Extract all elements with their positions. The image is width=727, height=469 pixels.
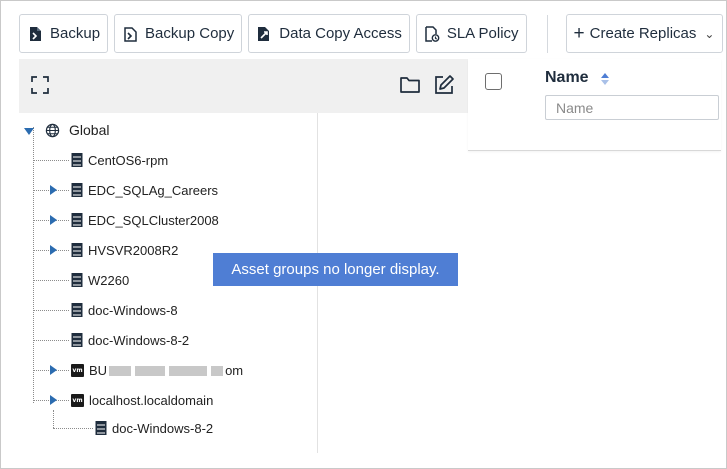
tree-node[interactable]: W2260 bbox=[71, 270, 129, 290]
tree-connector bbox=[33, 310, 69, 311]
chevron-down-icon: ⌄ bbox=[704, 26, 715, 41]
tree-node[interactable]: CentOS6-rpm bbox=[71, 150, 168, 170]
server-icon bbox=[71, 183, 83, 197]
grid-header: Name bbox=[468, 59, 721, 151]
redacted-text bbox=[135, 366, 166, 377]
tree-node-label: CentOS6-rpm bbox=[88, 152, 169, 168]
name-column-header[interactable]: Name bbox=[545, 69, 589, 87]
collapse-arrow-icon[interactable] bbox=[24, 128, 34, 135]
server-icon bbox=[71, 303, 83, 317]
vm-icon: vm bbox=[71, 363, 84, 377]
tree-node-label-prefix: BU bbox=[89, 362, 108, 378]
tree-node-label: doc-Windows-8-2 bbox=[88, 332, 190, 348]
tree-header bbox=[19, 59, 468, 113]
edit-icon[interactable] bbox=[433, 74, 455, 96]
tree-node[interactable]: vm localhost.localdomain bbox=[71, 390, 213, 410]
backup-label: Backup bbox=[50, 25, 101, 42]
server-icon bbox=[71, 153, 83, 167]
redacted-text bbox=[211, 366, 224, 377]
tree-node-label: W2260 bbox=[88, 272, 130, 288]
globe-icon bbox=[45, 123, 60, 138]
data-copy-access-icon bbox=[256, 26, 272, 42]
expand-arrow-icon[interactable] bbox=[50, 245, 57, 255]
folder-icon[interactable] bbox=[399, 75, 421, 95]
expand-icon[interactable] bbox=[31, 76, 49, 94]
tree-node-label: Global bbox=[69, 122, 110, 138]
create-replicas-button[interactable]: + Create Replicas ⌄ bbox=[565, 14, 724, 53]
server-icon bbox=[71, 243, 83, 257]
redacted-text bbox=[169, 366, 208, 377]
toolbar: Backup Backup Copy Data Copy Access SLA … bbox=[19, 14, 727, 53]
toolbar-divider bbox=[546, 14, 548, 53]
expand-arrow-icon[interactable] bbox=[50, 395, 57, 405]
tree-node-child[interactable]: doc-Windows-8-2 bbox=[95, 418, 213, 438]
redacted-text bbox=[109, 366, 132, 377]
tree-node[interactable]: EDC_SQLCluster2008 bbox=[71, 210, 219, 230]
tree-node[interactable]: HVSVR2008R2 bbox=[71, 240, 178, 260]
backup-copy-icon bbox=[122, 26, 138, 42]
backup-button[interactable]: Backup bbox=[19, 14, 109, 53]
sort-icon[interactable] bbox=[600, 71, 610, 87]
server-icon bbox=[95, 421, 107, 435]
tree-connector bbox=[33, 340, 69, 341]
plus-icon: + bbox=[573, 23, 585, 44]
window-frame: Backup Backup Copy Data Copy Access SLA … bbox=[0, 0, 727, 469]
server-icon bbox=[71, 273, 83, 287]
tree-connector bbox=[53, 428, 93, 429]
vm-icon: vm bbox=[71, 393, 84, 407]
tree-node-label: doc-Windows-8-2 bbox=[112, 420, 214, 436]
tree-connector bbox=[33, 127, 34, 403]
tree-node[interactable]: EDC_SQLAg_Careers bbox=[71, 180, 218, 200]
tree-connector bbox=[53, 410, 54, 428]
info-tooltip: Asset groups no longer display. bbox=[213, 253, 458, 286]
select-all-checkbox[interactable] bbox=[485, 73, 502, 90]
tree-node-label: doc-Windows-8 bbox=[88, 302, 178, 318]
expand-arrow-icon[interactable] bbox=[50, 185, 57, 195]
tree-node-label: HVSVR2008R2 bbox=[88, 242, 179, 258]
backup-icon bbox=[27, 26, 43, 42]
tree-node[interactable]: doc-Windows-8-2 bbox=[71, 330, 189, 350]
tree-node-label: BU om bbox=[89, 363, 243, 378]
expand-arrow-icon[interactable] bbox=[50, 365, 57, 375]
name-filter-input[interactable] bbox=[545, 95, 719, 120]
tree-connector bbox=[33, 160, 69, 161]
tree-node-label: EDC_SQLAg_Careers bbox=[88, 182, 219, 198]
create-replicas-label: Create Replicas bbox=[589, 25, 697, 42]
expand-arrow-icon[interactable] bbox=[50, 215, 57, 225]
tree-connector bbox=[33, 280, 69, 281]
tree-node-label: EDC_SQLCluster2008 bbox=[88, 212, 219, 228]
data-copy-access-button[interactable]: Data Copy Access bbox=[248, 14, 410, 53]
tree-node[interactable]: doc-Windows-8 bbox=[71, 300, 178, 320]
backup-copy-label: Backup Copy bbox=[145, 25, 235, 42]
data-copy-access-label: Data Copy Access bbox=[279, 25, 402, 42]
tree-node[interactable]: vm BU om bbox=[71, 360, 243, 380]
backup-copy-button[interactable]: Backup Copy bbox=[114, 14, 243, 53]
sla-policy-button[interactable]: SLA Policy bbox=[415, 14, 527, 53]
server-icon bbox=[71, 333, 83, 347]
sla-policy-label: SLA Policy bbox=[446, 25, 519, 42]
server-icon bbox=[71, 213, 83, 227]
sla-policy-icon bbox=[424, 25, 440, 42]
tree-node-label: localhost.localdomain bbox=[89, 392, 214, 408]
tree-node-label-suffix: om bbox=[225, 362, 244, 378]
